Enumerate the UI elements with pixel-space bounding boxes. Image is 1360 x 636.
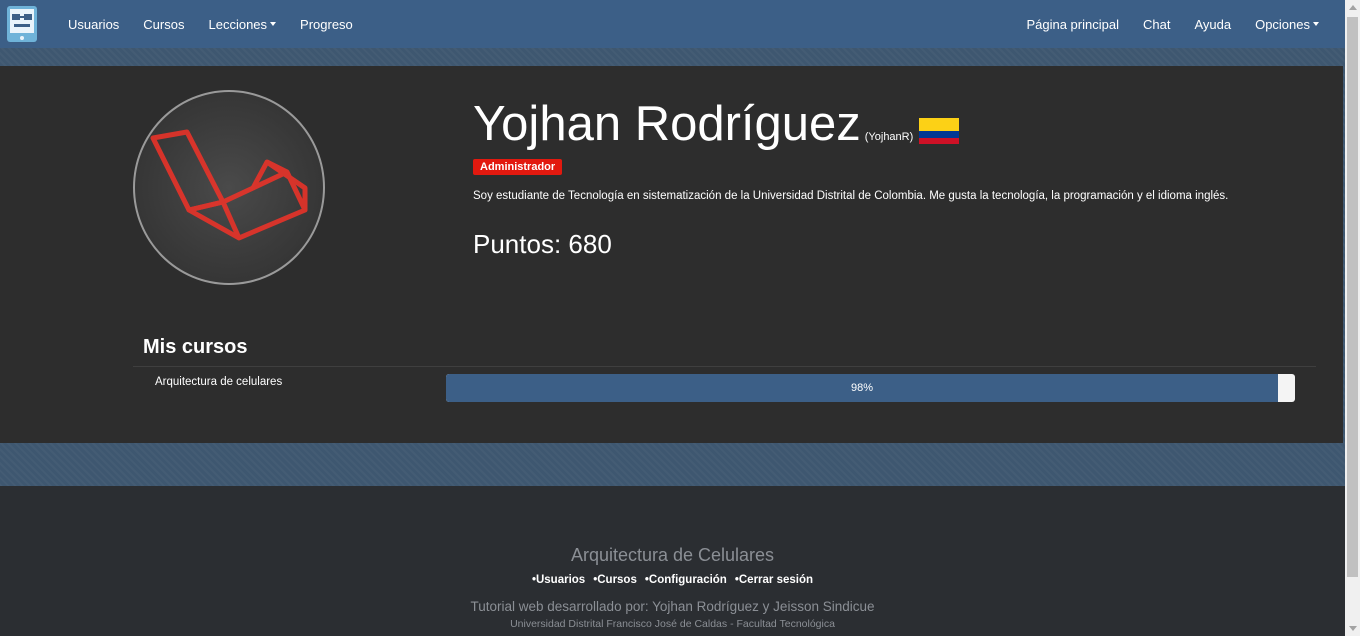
nav-item-chat[interactable]: Chat [1131,0,1182,48]
caret-down-icon [270,22,277,26]
course-name[interactable]: Arquitectura de celulares [155,376,282,388]
nav-item-label: Progreso [300,16,353,32]
nav-item-usuarios[interactable]: Usuarios [56,0,131,48]
user-handle: (YojhanR) [864,131,914,143]
vertical-scrollbar[interactable] [1345,0,1360,636]
nav-item-ayuda[interactable]: Ayuda [1182,0,1243,48]
nav-item-progreso[interactable]: Progreso [288,0,365,48]
nav-item-label: Página principal [1026,16,1119,32]
top-navbar: Usuarios Cursos Lecciones Progreso Página p… [0,0,1345,48]
course-progress-fill: 98% [446,374,1279,402]
courses-divider [133,366,1316,367]
user-points: Puntos: 680 [473,229,612,259]
avatar [133,90,325,285]
footer-links: Usuarios Cursos Configuración Cerrar sesión [0,574,1345,586]
footer-university: Universidad Distrital Francisco José de … [510,618,835,630]
nav-left-menu: Usuarios Cursos Lecciones Progreso [56,0,365,48]
footer-credit: Tutorial web desarrollado por: Yojhan Ro… [470,599,875,614]
nav-item-label: Ayuda [1194,16,1232,32]
scroll-thumb[interactable] [1347,17,1358,577]
nav-item-label: Usuarios [68,16,120,32]
nav-item-p-gina-principal[interactable]: Página principal [1014,0,1131,48]
nav-item-opciones[interactable]: Opciones [1243,0,1331,48]
colombia-flag-icon [919,118,959,144]
footer-link[interactable]: Configuración [645,574,727,586]
nav-item-cursos[interactable]: Cursos [131,0,196,48]
site-footer: Arquitectura de Celulares Usuarios Cursos… [0,486,1345,636]
site-logo-icon[interactable] [6,4,38,44]
nav-item-label: Cursos [143,16,185,32]
nav-item-lecciones[interactable]: Lecciones [196,0,288,48]
my-courses-title: Mis cursos [143,336,248,358]
laravel-logo-icon [150,129,308,241]
footer-link[interactable]: Usuarios [532,574,585,586]
scroll-down-arrow-icon[interactable] [1345,621,1360,636]
footer-link[interactable]: Cursos [593,574,637,586]
nav-right-menu: Página principal Chat Ayuda Opciones [1014,0,1331,48]
role-badge: Administrador [473,159,563,175]
scroll-up-arrow-icon[interactable] [1345,0,1360,15]
user-full-name: Yojhan Rodríguez [473,97,861,151]
footer-title: Arquitectura de Celulares [570,545,775,565]
nav-item-label: Chat [1142,16,1171,32]
course-progress-bar: 98% [446,374,1295,402]
footer-link[interactable]: Cerrar sesión [735,574,813,586]
caret-down-icon [1313,22,1319,26]
nav-item-label: Opciones [1255,16,1310,32]
user-name-heading: Yojhan Rodríguez (YojhanR) [473,96,913,152]
user-bio: Soy estudiante de Tecnología en sistemat… [473,190,1229,202]
course-progress-label: 98% [850,382,874,394]
profile-panel: Yojhan Rodríguez (YojhanR) Administrador… [0,66,1343,443]
nav-item-label: Lecciones [208,16,268,32]
